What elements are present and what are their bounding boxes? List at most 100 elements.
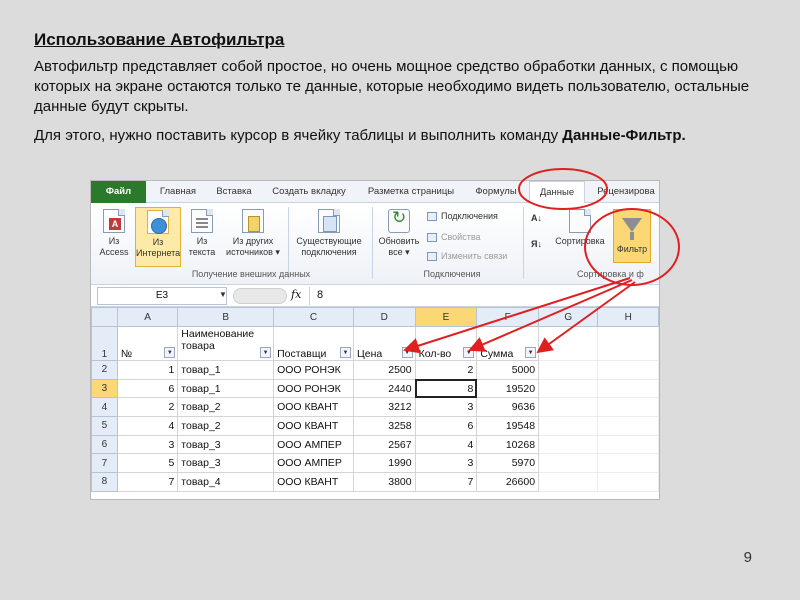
cell-sum[interactable]: 10268	[476, 434, 540, 455]
filter-dropdown-icon[interactable]: ▼	[463, 347, 475, 358]
from-text-button[interactable]: Из текста	[185, 209, 219, 258]
column-header-g[interactable]: G	[538, 307, 599, 327]
sort-button[interactable]: Сортировка	[551, 209, 609, 247]
cell-empty[interactable]	[538, 434, 599, 455]
cell-number[interactable]: 4	[116, 416, 179, 436]
column-header-d[interactable]: D	[352, 307, 416, 327]
column-header-c[interactable]: C	[273, 307, 354, 327]
cell-number[interactable]: 6	[116, 378, 179, 399]
cell-price[interactable]: 2440	[352, 378, 416, 399]
cell-number[interactable]: 3	[116, 434, 179, 455]
cell-supplier[interactable]: ООО РОНЭК	[273, 360, 354, 380]
tab-data[interactable]: Данные	[529, 181, 585, 204]
cell-sum[interactable]: 19548	[476, 416, 540, 436]
tab-create[interactable]: Создать вкладку	[263, 181, 355, 203]
from-other-button[interactable]: Из других источников ▾	[223, 209, 283, 258]
filter-dropdown-icon[interactable]: ▼	[164, 347, 176, 358]
cell-supplier[interactable]: ООО КВАНТ	[273, 472, 354, 492]
column-header-a[interactable]: A	[116, 307, 179, 327]
header-cell-name[interactable]: Наименование товара ▼	[177, 326, 275, 361]
cell-supplier[interactable]: ООО РОНЭК	[273, 378, 354, 399]
cell-number[interactable]: 7	[116, 472, 179, 492]
cell-empty[interactable]	[597, 378, 659, 399]
header-cell-sum[interactable]: Сумма ▼	[476, 326, 540, 361]
cell-sum[interactable]: 19520	[476, 378, 540, 399]
tab-review[interactable]: Рецензирова	[591, 181, 659, 203]
cell-number[interactable]: 1	[116, 360, 179, 380]
tab-page-layout[interactable]: Разметка страницы	[361, 181, 461, 203]
cell-sum[interactable]: 5970	[476, 453, 540, 474]
row-header-8[interactable]: 8	[91, 472, 118, 492]
filter-dropdown-icon[interactable]: ▼	[260, 347, 272, 358]
tab-insert[interactable]: Вставка	[209, 181, 259, 203]
name-box[interactable]: E3	[97, 287, 227, 305]
connections-button[interactable]: Подключения	[427, 209, 498, 223]
cell-supplier[interactable]: ООО АМПЕР	[273, 453, 354, 474]
sort-za-button[interactable]: Я↓	[531, 239, 542, 249]
cell-sum[interactable]: 5000	[476, 360, 540, 380]
formula-input[interactable]: 8	[317, 289, 323, 301]
tab-formulas[interactable]: Формулы	[467, 181, 525, 203]
header-cell-price[interactable]: Цена ▼	[352, 326, 416, 361]
cell-sum[interactable]: 9636	[476, 397, 540, 418]
existing-connections-button[interactable]: Существующие подключения	[291, 209, 367, 258]
filter-dropdown-icon[interactable]: ▼	[525, 347, 537, 358]
tab-home[interactable]: Главная	[149, 181, 207, 203]
cell-number[interactable]: 5	[116, 453, 179, 474]
cell-supplier[interactable]: ООО КВАНТ	[273, 397, 354, 418]
name-box-dropdown-icon[interactable]: ▼	[219, 290, 227, 299]
cell-empty[interactable]	[538, 360, 599, 380]
cell-empty[interactable]	[538, 472, 599, 492]
cell-empty[interactable]	[597, 453, 659, 474]
cell-price[interactable]: 2500	[352, 360, 416, 380]
cell-name[interactable]: товар_2	[177, 416, 275, 436]
cell-price[interactable]: 2567	[352, 434, 416, 455]
row-header-4[interactable]: 4	[91, 397, 118, 418]
cell-h1[interactable]	[597, 326, 659, 361]
cell-sum[interactable]: 26600	[476, 472, 540, 492]
cell-supplier[interactable]: ООО КВАНТ	[273, 416, 354, 436]
cell-g1[interactable]	[538, 326, 599, 361]
cell-empty[interactable]	[597, 434, 659, 455]
cell-empty[interactable]	[538, 416, 599, 436]
row-header-3[interactable]: 3	[91, 378, 118, 399]
cell-number[interactable]: 2	[116, 397, 179, 418]
cell-name[interactable]: товар_2	[177, 397, 275, 418]
cell-qty[interactable]: 7	[414, 472, 478, 492]
from-web-button[interactable]: Из Интернета	[135, 207, 181, 267]
header-cell-supplier[interactable]: Поставщи ▼	[273, 326, 354, 361]
cell-empty[interactable]	[597, 397, 659, 418]
cell-price[interactable]: 3212	[352, 397, 416, 418]
filter-button[interactable]: Фильтр	[613, 209, 651, 263]
filter-dropdown-icon[interactable]: ▼	[401, 347, 413, 358]
row-header-6[interactable]: 6	[91, 434, 118, 455]
cell-empty[interactable]	[597, 472, 659, 492]
cell-empty[interactable]	[538, 453, 599, 474]
cell-empty[interactable]	[597, 360, 659, 380]
cell-price[interactable]: 1990	[352, 453, 416, 474]
cell-name[interactable]: товар_1	[177, 378, 275, 399]
fx-icon[interactable]: fx	[291, 288, 301, 301]
cell-empty[interactable]	[597, 416, 659, 436]
column-header-h[interactable]: H	[597, 307, 659, 327]
cell-qty[interactable]: 3	[414, 397, 478, 418]
row-header-2[interactable]: 2	[91, 360, 118, 380]
cell-qty[interactable]: 3	[414, 453, 478, 474]
cell-empty[interactable]	[538, 397, 599, 418]
cell-name[interactable]: товар_4	[177, 472, 275, 492]
row-header-5[interactable]: 5	[91, 416, 118, 436]
select-all-corner[interactable]	[91, 307, 118, 327]
tab-file[interactable]: Файл	[91, 181, 146, 203]
row-header-1[interactable]: 1	[91, 326, 118, 361]
cell-supplier[interactable]: ООО АМПЕР	[273, 434, 354, 455]
header-cell-number[interactable]: № ▼	[116, 326, 179, 361]
from-access-button[interactable]: Из Access	[97, 209, 131, 258]
cell-qty[interactable]: 6	[414, 416, 478, 436]
column-header-f[interactable]: F	[476, 307, 540, 327]
header-cell-qty[interactable]: Кол-во ▼	[414, 326, 478, 361]
sort-az-button[interactable]: A↓	[531, 213, 542, 223]
filter-dropdown-icon[interactable]: ▼	[339, 347, 351, 358]
row-header-7[interactable]: 7	[91, 453, 118, 474]
cell-price[interactable]: 3258	[352, 416, 416, 436]
refresh-all-button[interactable]: Обновить все ▾	[375, 209, 423, 258]
